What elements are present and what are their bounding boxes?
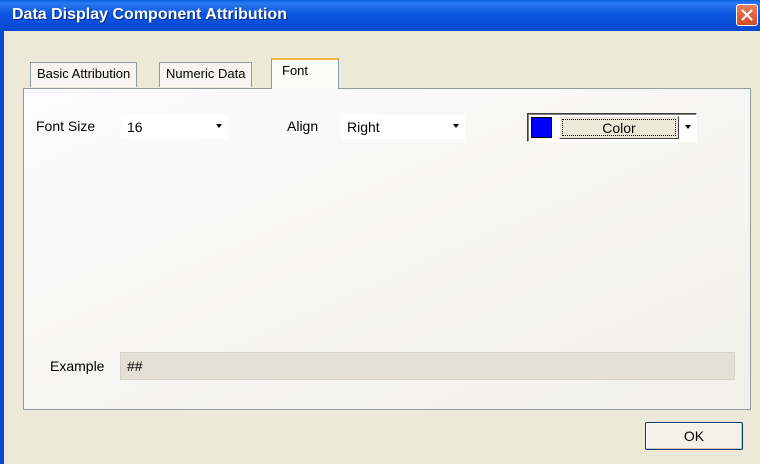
tab-numeric-data[interactable]: Numeric Data — [159, 62, 253, 87]
tab-label: Numeric Data — [166, 66, 246, 81]
title-bar[interactable]: Data Display Component Attribution — [0, 0, 760, 31]
ok-button[interactable]: OK — [645, 422, 743, 450]
window-title: Data Display Component Attribution — [12, 6, 287, 23]
chevron-down-icon — [216, 124, 222, 128]
close-button[interactable] — [736, 4, 758, 26]
align-value: Right — [347, 119, 380, 135]
font-size-label: Font Size — [36, 118, 96, 134]
align-label: Align — [287, 118, 319, 134]
font-size-select[interactable]: 16 — [121, 115, 228, 139]
window-frame — [0, 31, 4, 464]
example-label: Example — [50, 358, 105, 374]
example-value: ## — [127, 358, 143, 374]
dialog-window: Data Display Component Attribution Basic… — [0, 0, 760, 464]
font-size-value: 16 — [127, 119, 143, 135]
chevron-down-icon[interactable] — [685, 125, 691, 129]
color-button[interactable]: Color — [559, 116, 679, 139]
tab-label: Basic Attribution — [37, 66, 131, 81]
color-swatch — [531, 117, 552, 138]
tab-basic-attribution[interactable]: Basic Attribution — [30, 62, 138, 87]
close-icon — [741, 9, 753, 21]
align-select[interactable]: Right — [341, 115, 465, 139]
color-picker[interactable]: Color — [527, 113, 697, 142]
chevron-down-icon — [453, 124, 459, 128]
tab-font[interactable]: Font — [271, 58, 339, 89]
example-preview: ## — [120, 352, 735, 380]
color-button-label: Color — [602, 120, 636, 136]
tab-label: Font — [282, 63, 309, 78]
